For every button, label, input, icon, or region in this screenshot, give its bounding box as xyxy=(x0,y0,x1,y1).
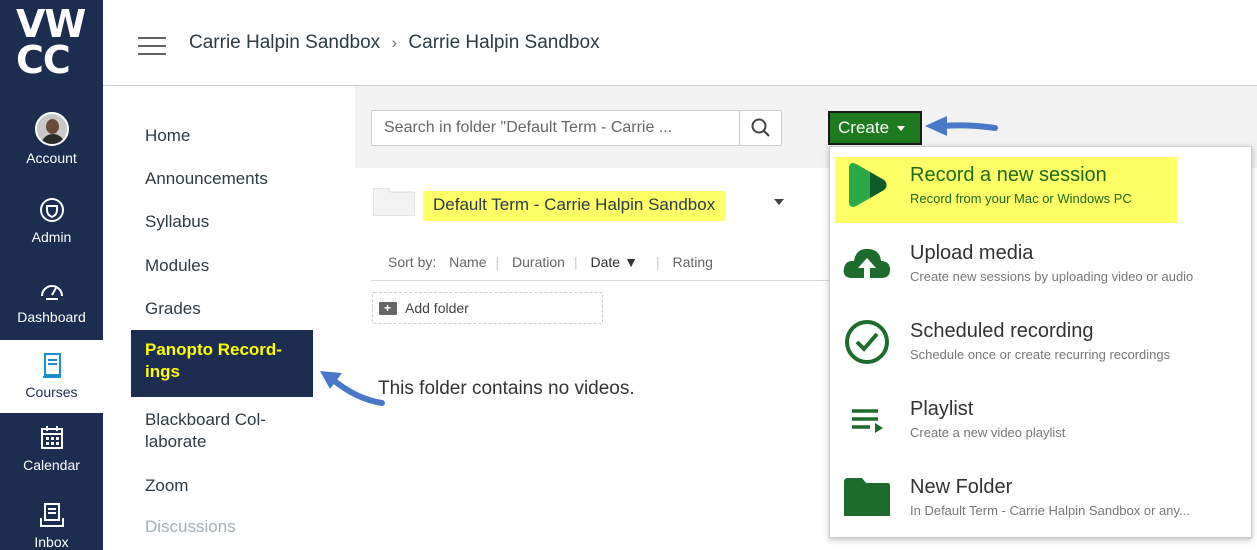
inbox-icon xyxy=(39,503,64,527)
menu-upload-media-subtitle: Create new sessions by uploading video o… xyxy=(910,269,1194,284)
create-menu: Record a new session Record from your Ma… xyxy=(829,146,1252,538)
menu-record-session-subtitle: Record from your Mac or Windows PC xyxy=(910,191,1132,206)
menu-new-folder-title: New Folder xyxy=(910,476,1013,498)
hamburger-menu-icon[interactable] xyxy=(138,37,166,55)
course-header: Carrie Halpin Sandbox › Carrie Halpin Sa… xyxy=(103,0,1257,86)
sort-label: Sort by: xyxy=(388,254,437,270)
course-nav-discussions[interactable]: Discussions xyxy=(145,516,236,538)
menu-scheduled-recording[interactable]: Scheduled recording Schedule once or cre… xyxy=(830,303,1251,381)
clock-check-icon xyxy=(845,320,889,364)
nav-inbox[interactable]: Inbox xyxy=(0,500,103,550)
menu-scheduled-recording-subtitle: Schedule once or create recurring record… xyxy=(910,347,1171,362)
menu-new-folder[interactable]: New Folder In Default Term - Carrie Halp… xyxy=(830,459,1251,537)
sort-desc-icon: ▼ xyxy=(624,254,638,270)
global-nav: VW CC Account Admin Dashboard Courses Ca… xyxy=(0,0,103,550)
sort-bar: Sort by: Name | Duration | Date ▼ | Rating xyxy=(388,254,713,270)
nav-courses-label: Courses xyxy=(25,384,78,400)
panopto-record-icon xyxy=(849,163,887,207)
menu-record-session-title: Record a new session xyxy=(910,164,1107,186)
sort-name[interactable]: Name xyxy=(449,254,486,270)
course-nav-grades[interactable]: Grades xyxy=(145,298,201,320)
nav-inbox-label: Inbox xyxy=(34,534,69,550)
nav-admin-label: Admin xyxy=(31,229,72,245)
nav-account[interactable]: Account xyxy=(0,112,103,166)
course-nav-blackboard-collaborate[interactable]: Blackboard Col- laborate xyxy=(145,409,266,453)
course-nav-modules[interactable]: Modules xyxy=(145,255,209,277)
menu-new-folder-subtitle: In Default Term - Carrie Halpin Sandbox … xyxy=(910,503,1190,518)
annotation-arrow-icon xyxy=(320,371,385,406)
course-nav-home[interactable]: Home xyxy=(145,125,190,147)
folder-dropdown-caret-icon[interactable] xyxy=(774,199,784,205)
dashboard-icon xyxy=(40,285,63,300)
course-nav: Home Announcements Syllabus Modules Grad… xyxy=(103,86,355,550)
menu-scheduled-recording-title: Scheduled recording xyxy=(910,320,1094,342)
empty-folder-message: This folder contains no videos. xyxy=(378,378,635,399)
create-button[interactable]: Create xyxy=(828,111,922,145)
search-icon xyxy=(751,118,770,137)
playlist-icon xyxy=(852,409,883,433)
cloud-upload-icon xyxy=(843,248,890,278)
menu-record-session[interactable]: Record a new session Record from your Ma… xyxy=(830,147,1251,225)
vwcc-logo[interactable]: VW CC xyxy=(16,5,88,79)
search-input[interactable] xyxy=(372,111,740,145)
breadcrumb-current: Carrie Halpin Sandbox xyxy=(408,32,600,53)
divider xyxy=(371,280,831,281)
add-folder-icon xyxy=(379,293,397,323)
shield-icon xyxy=(39,198,64,222)
sort-duration[interactable]: Duration xyxy=(512,254,565,270)
nav-calendar[interactable]: Calendar xyxy=(0,423,103,473)
nav-dashboard-label: Dashboard xyxy=(17,309,86,325)
nav-account-label: Account xyxy=(26,150,77,166)
breadcrumb-separator: › xyxy=(391,33,398,52)
folder-icon xyxy=(373,188,415,216)
calendar-icon xyxy=(40,426,63,449)
breadcrumb: Carrie Halpin Sandbox › Carrie Halpin Sa… xyxy=(189,32,600,54)
folder-name[interactable]: Default Term - Carrie Halpin Sandbox xyxy=(423,191,726,221)
menu-upload-media[interactable]: Upload media Create new sessions by uplo… xyxy=(830,225,1251,303)
menu-playlist[interactable]: Playlist Create a new video playlist xyxy=(830,381,1251,459)
nav-calendar-label: Calendar xyxy=(23,457,80,473)
breadcrumb-course-link[interactable]: Carrie Halpin Sandbox xyxy=(189,32,380,53)
course-nav-zoom[interactable]: Zoom xyxy=(145,475,188,497)
courses-icon xyxy=(42,353,61,378)
nav-courses[interactable]: Courses xyxy=(0,340,103,413)
menu-playlist-title: Playlist xyxy=(910,398,974,420)
course-nav-syllabus[interactable]: Syllabus xyxy=(145,211,209,233)
caret-down-icon xyxy=(897,126,906,132)
nav-dashboard[interactable]: Dashboard xyxy=(0,275,103,325)
folder-icon xyxy=(844,478,890,516)
avatar xyxy=(34,112,69,146)
menu-playlist-subtitle: Create a new video playlist xyxy=(910,425,1066,440)
folder-search xyxy=(371,110,782,146)
course-nav-announcements[interactable]: Announcements xyxy=(145,168,268,190)
sort-date[interactable]: Date ▼ xyxy=(590,254,646,270)
nav-admin[interactable]: Admin xyxy=(0,195,103,245)
sort-rating[interactable]: Rating xyxy=(672,254,712,270)
add-folder-button[interactable]: Add folder xyxy=(372,292,603,324)
annotation-arrow-icon xyxy=(925,116,998,136)
course-nav-panopto-recordings[interactable]: Panopto Record- ings xyxy=(131,330,313,397)
search-button[interactable] xyxy=(739,111,781,145)
menu-upload-media-title: Upload media xyxy=(910,242,1034,264)
